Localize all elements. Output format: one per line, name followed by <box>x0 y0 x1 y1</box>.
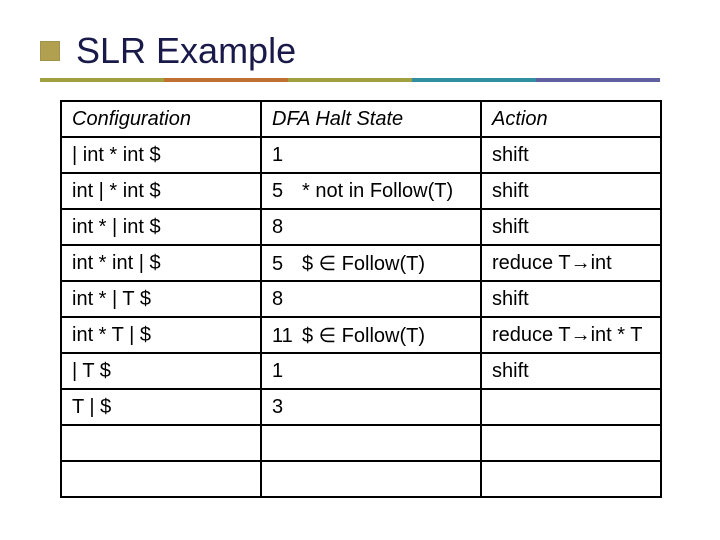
parse-table: Configuration DFA Halt State Action | in… <box>60 100 662 498</box>
table-row: T | $ 3 <box>61 389 661 425</box>
cell-state: 1 <box>261 353 481 389</box>
col-dfa-halt-state: DFA Halt State <box>261 101 481 137</box>
cell-action: shift <box>481 173 661 209</box>
cell-config: | int * int $ <box>61 137 261 173</box>
table-row: | T $ 1 shift <box>61 353 661 389</box>
cell-state: 5* not in Follow(T) <box>261 173 481 209</box>
cell-config <box>61 425 261 461</box>
cell-state: 8 <box>261 281 481 317</box>
table-row: int * int | $ 5$ ∈ Follow(T) reduce T→in… <box>61 245 661 281</box>
cell-state: 1 <box>261 137 481 173</box>
cell-state: 8 <box>261 209 481 245</box>
table-row <box>61 461 661 497</box>
cell-action: shift <box>481 281 661 317</box>
cell-state: 5$ ∈ Follow(T) <box>261 245 481 281</box>
cell-state <box>261 461 481 497</box>
cell-config: | T $ <box>61 353 261 389</box>
slide: SLR Example Configuration DFA Halt State… <box>0 0 720 540</box>
cell-action: shift <box>481 209 661 245</box>
table-header-row: Configuration DFA Halt State Action <box>61 101 661 137</box>
cell-action <box>481 389 661 425</box>
cell-config: int * T | $ <box>61 317 261 353</box>
title-bullet-icon <box>40 41 60 61</box>
cell-action: shift <box>481 353 661 389</box>
cell-config: int * | T $ <box>61 281 261 317</box>
cell-config <box>61 461 261 497</box>
cell-state <box>261 425 481 461</box>
cell-action: shift <box>481 137 661 173</box>
cell-config: int | * int $ <box>61 173 261 209</box>
table-row: int * | T $ 8 shift <box>61 281 661 317</box>
table-row <box>61 425 661 461</box>
cell-config: T | $ <box>61 389 261 425</box>
table-row: int * T | $ 11$ ∈ Follow(T) reduce T→int… <box>61 317 661 353</box>
cell-config: int * int | $ <box>61 245 261 281</box>
table-row: int | * int $ 5* not in Follow(T) shift <box>61 173 661 209</box>
cell-state: 11$ ∈ Follow(T) <box>261 317 481 353</box>
cell-config: int * | int $ <box>61 209 261 245</box>
slide-title: SLR Example <box>76 30 296 72</box>
col-configuration: Configuration <box>61 101 261 137</box>
cell-action: reduce T→int <box>481 245 661 281</box>
table-row: | int * int $ 1 shift <box>61 137 661 173</box>
title-underline <box>40 78 660 82</box>
cell-action <box>481 425 661 461</box>
cell-action <box>481 461 661 497</box>
cell-action: reduce T→int * T <box>481 317 661 353</box>
col-action: Action <box>481 101 661 137</box>
title-row: SLR Example <box>40 30 670 72</box>
cell-state: 3 <box>261 389 481 425</box>
table-row: int * | int $ 8 shift <box>61 209 661 245</box>
